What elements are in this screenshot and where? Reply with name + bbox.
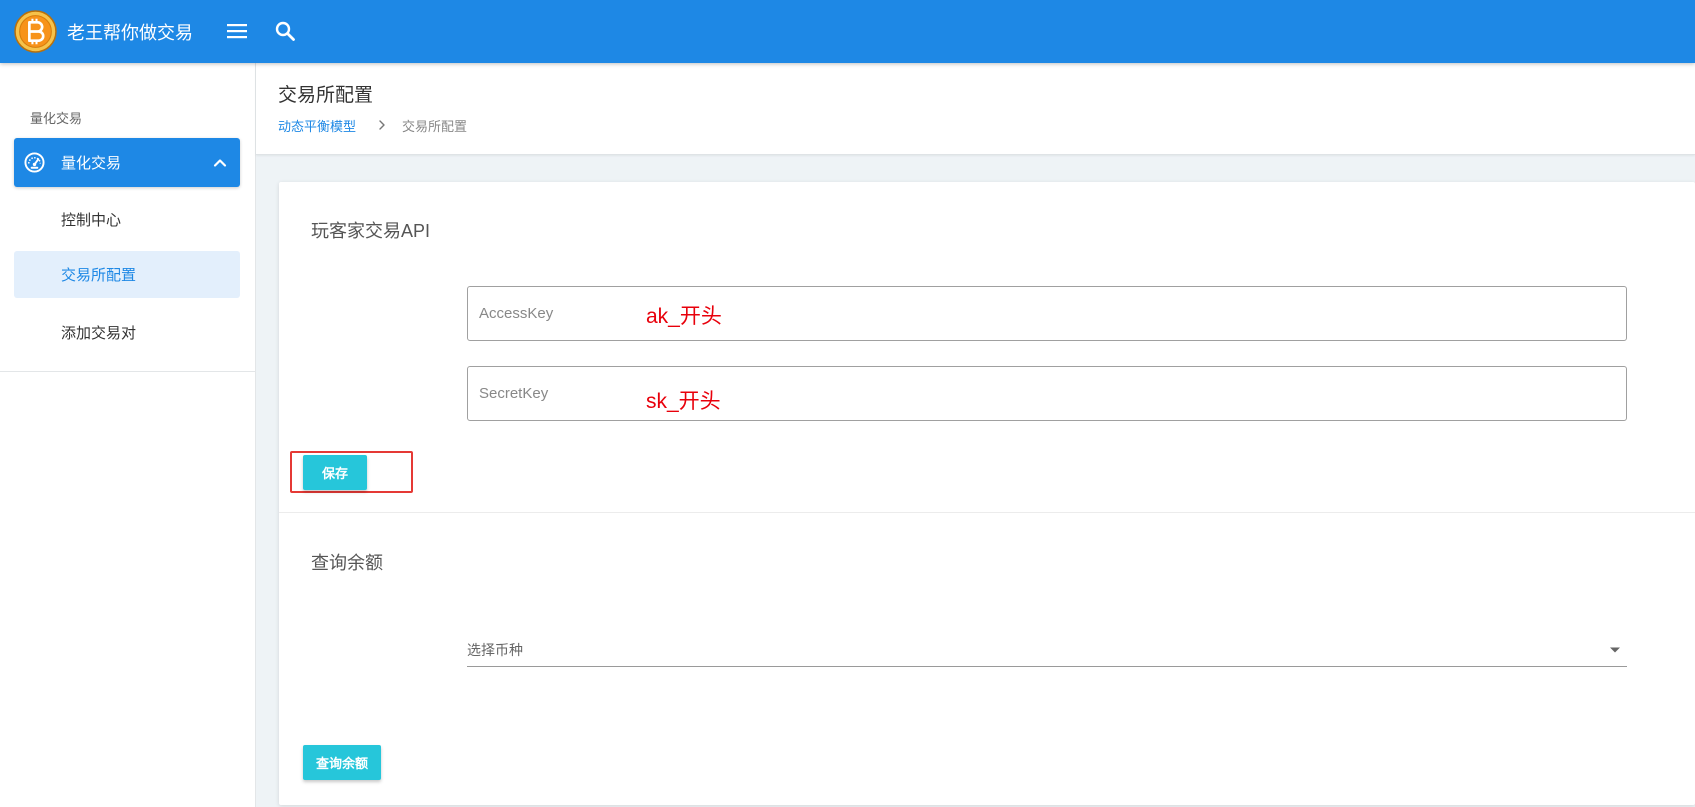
sidebar-item-label: 添加交易对: [61, 325, 137, 342]
sidebar-group-label: 量化交易: [61, 155, 122, 172]
sidebar-item-label: 交易所配置: [61, 267, 137, 284]
page-header: [256, 63, 1695, 155]
access-key-label: AccessKey: [479, 304, 554, 322]
app-title: 老王帮你做交易: [67, 22, 193, 43]
hamburger-icon[interactable]: [226, 21, 248, 41]
chevron-up-icon: [213, 159, 227, 167]
api-card-title: 玩客家交易API: [311, 221, 431, 241]
sidebar-group-quant-trading[interactable]: 量化交易: [14, 138, 240, 187]
chevron-right-icon: [379, 120, 385, 130]
currency-select[interactable]: [467, 636, 1627, 667]
balance-card-title: 查询余额: [311, 553, 383, 573]
sidebar-divider: [0, 371, 255, 372]
search-icon[interactable]: [274, 20, 296, 42]
page-title: 交易所配置: [278, 84, 374, 106]
secret-key-label: SecretKey: [479, 384, 549, 402]
query-balance-button[interactable]: 查询余额: [303, 745, 381, 780]
bitcoin-logo-icon: [14, 10, 57, 53]
save-button[interactable]: 保存: [303, 455, 367, 490]
dropdown-arrow-icon: [1610, 647, 1620, 653]
secret-key-field[interactable]: [467, 366, 1627, 421]
sidebar-item-control-center[interactable]: 控制中心: [14, 196, 240, 243]
dashboard-icon: [24, 152, 45, 173]
sidebar-item-label: 控制中心: [61, 212, 122, 229]
sidebar-item-add-trading-pair[interactable]: 添加交易对: [14, 309, 240, 356]
currency-select-placeholder: 选择币种: [467, 642, 523, 658]
config-card: [279, 182, 1695, 805]
breadcrumb-current: 交易所配置: [402, 118, 468, 134]
access-key-annotation: ak_开头: [646, 305, 722, 328]
sidebar-item-exchange-config[interactable]: 交易所配置: [14, 251, 240, 298]
breadcrumb-parent-link[interactable]: 动态平衡模型: [278, 115, 356, 135]
top-app-bar: [0, 0, 1695, 63]
sidebar-section-header: 量化交易: [30, 110, 83, 126]
access-key-field[interactable]: [467, 286, 1627, 341]
secret-key-annotation: sk_开头: [646, 390, 721, 413]
card-divider: [279, 512, 1695, 513]
